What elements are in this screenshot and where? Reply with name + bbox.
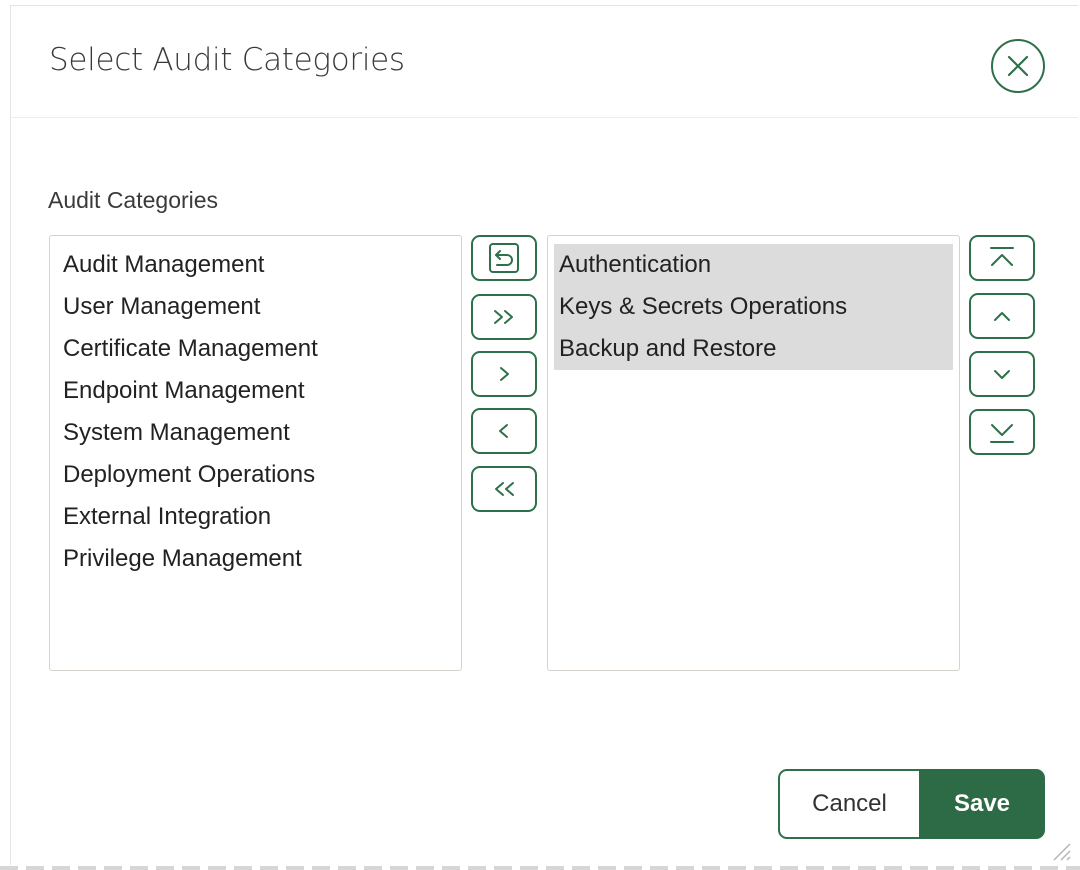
list-item[interactable]: External Integration	[56, 496, 455, 538]
move-up-button[interactable]	[969, 293, 1035, 339]
chevron-up-icon	[994, 312, 1010, 321]
close-button[interactable]	[991, 39, 1045, 93]
dialog-header: Select Audit Categories	[11, 6, 1078, 118]
move-top-button[interactable]	[969, 235, 1035, 281]
move-all-left-button[interactable]	[471, 466, 537, 512]
list-item[interactable]: Audit Management	[56, 244, 455, 286]
double-chevron-left-icon	[495, 482, 514, 496]
list-item[interactable]: Deployment Operations	[56, 454, 455, 496]
move-right-button[interactable]	[471, 351, 537, 397]
move-top-icon	[990, 247, 1014, 266]
save-button[interactable]: Save	[919, 769, 1045, 839]
selected-categories-list[interactable]: Authentication Keys & Secrets Operations B…	[547, 235, 960, 671]
available-categories-list[interactable]: Audit Management User Management Certifica…	[49, 235, 462, 671]
list-item[interactable]: Privilege Management	[56, 538, 455, 580]
cancel-button[interactable]: Cancel	[778, 769, 921, 839]
move-left-button[interactable]	[471, 408, 537, 454]
move-bottom-icon	[990, 424, 1014, 443]
move-down-button[interactable]	[969, 351, 1035, 397]
bottom-edge-divider	[0, 866, 1080, 870]
chevron-down-icon	[994, 370, 1010, 379]
dialog-title: Select Audit Categories	[49, 42, 405, 78]
list-item[interactable]: Keys & Secrets Operations	[554, 286, 953, 328]
list-item[interactable]: System Management	[56, 412, 455, 454]
chevron-left-icon	[499, 424, 508, 438]
audit-categories-dialog: Select Audit Categories Audit Categories…	[10, 5, 1078, 865]
move-all-right-button[interactable]	[471, 294, 537, 340]
resize-grip-icon[interactable]	[1048, 838, 1072, 862]
reset-button[interactable]	[471, 235, 537, 281]
list-item[interactable]: Endpoint Management	[56, 370, 455, 412]
list-item[interactable]: Authentication	[554, 244, 953, 286]
reset-icon	[489, 243, 519, 273]
list-item[interactable]: Backup and Restore	[554, 328, 953, 370]
move-bottom-button[interactable]	[969, 409, 1035, 455]
list-item[interactable]: User Management	[56, 286, 455, 328]
audit-categories-label: Audit Categories	[48, 187, 219, 213]
close-icon	[1007, 55, 1029, 77]
chevron-right-icon	[500, 367, 509, 381]
double-chevron-right-icon	[494, 310, 513, 324]
list-item[interactable]: Certificate Management	[56, 328, 455, 370]
